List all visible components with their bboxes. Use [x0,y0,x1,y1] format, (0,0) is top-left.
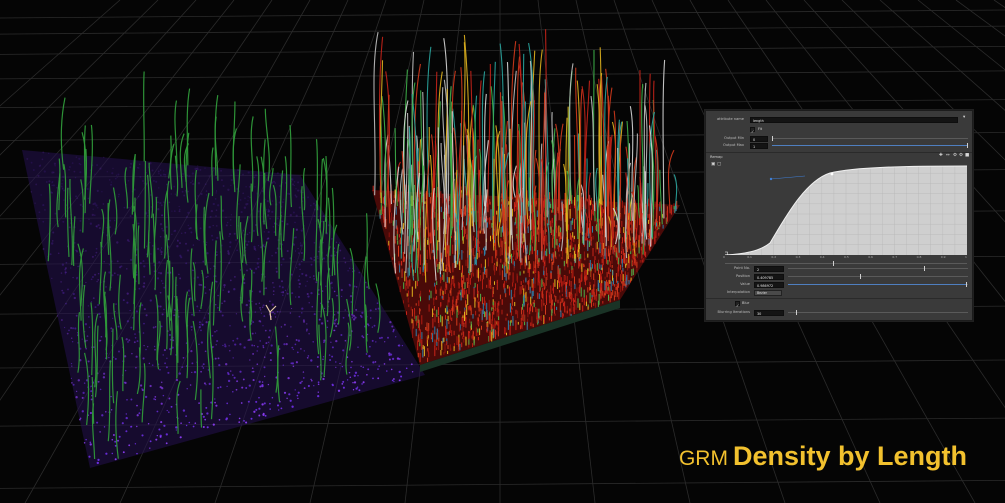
position-field[interactable]: 0.409785 [754,273,784,280]
blur-toggle-row: Blur [706,299,972,310]
position-slider[interactable] [788,274,968,279]
blurring-iterations-row: Blurring Iterations 30 [706,308,972,317]
ramp-tick-label: 0.6 [868,255,873,259]
ramp-tool-icon[interactable]: ▣ [711,162,715,168]
ramp-tick-label: 1 [965,255,967,259]
blurring-iterations-label: Blurring Iterations [717,310,750,314]
menu-arrow-icon[interactable]: ▾ [963,115,965,121]
output-min-slider[interactable] [772,136,968,141]
ramp-reset-icon[interactable]: ▢ [717,162,721,168]
value-field[interactable]: 0.986972 [754,281,784,288]
value-slider[interactable] [788,282,968,287]
fit-checkbox[interactable] [750,127,755,136]
blur-checkbox[interactable] [735,301,740,310]
attribute-name-row: attribute name length ▾ [706,115,972,124]
product-title: GRM Density by Length [679,441,967,472]
settings-icon[interactable]: ⚙ [959,153,963,159]
ramp-tick-label: 0.7 [892,255,898,259]
ramp-header: Remap ✚ ↔ ⚙ ⚙ ■ [706,153,972,162]
ramp-editor[interactable] [725,163,967,255]
add-point-icon[interactable]: ✚ [939,153,943,159]
attribute-name-label: attribute name [716,117,744,121]
output-max-field[interactable]: 1 [750,142,768,149]
ramp-tick-label: 0.1 [747,255,752,259]
blurring-iterations-field[interactable]: 30 [754,309,784,316]
delete-icon[interactable]: ■ [965,153,969,159]
title-prefix: GRM [678,447,728,470]
ramp-tick-label: 0 [723,255,725,259]
attribute-name-field[interactable]: length [750,116,958,123]
ramp-tick-label: 0.8 [916,255,922,259]
point-no-slider[interactable] [788,266,968,271]
output-max-row: Output Max 1 [706,141,972,150]
zoom-icon[interactable]: ⚙ [953,153,957,159]
title-main: Density by Length [732,441,967,471]
ramp-tick-label: 0.3 [795,255,801,259]
interpolation-dropdown[interactable]: Bezier [754,289,782,296]
fit-toggle-row: Fit [706,125,972,136]
ramp-tick-label: 0.9 [940,255,946,259]
ramp-tick-label: 0.5 [844,255,849,259]
blurring-iterations-slider[interactable] [788,310,968,315]
output-max-slider[interactable] [772,143,968,148]
output-max-label: Output Max [722,143,744,147]
ramp-label: Remap [710,155,723,159]
ramp-axis: 0 0.1 0.2 0.3 0.4 0.5 0.6 0.7 0.8 0.9 1 [723,255,967,260]
ramp-tick-label: 0.4 [819,255,825,259]
interpolation-label: Interpolation [727,290,750,294]
blur-label: Blur [742,301,750,305]
fit-view-icon[interactable]: ↔ [946,153,950,159]
ramp-tick-label: 0.2 [771,255,777,259]
point-no-field[interactable]: 2 [754,265,784,272]
interpolation-row: Interpolation Bezier [706,288,972,297]
fit-label: Fit [758,127,763,131]
parameter-panel: attribute name length ▾ Fit Output Min 0… [705,110,973,321]
